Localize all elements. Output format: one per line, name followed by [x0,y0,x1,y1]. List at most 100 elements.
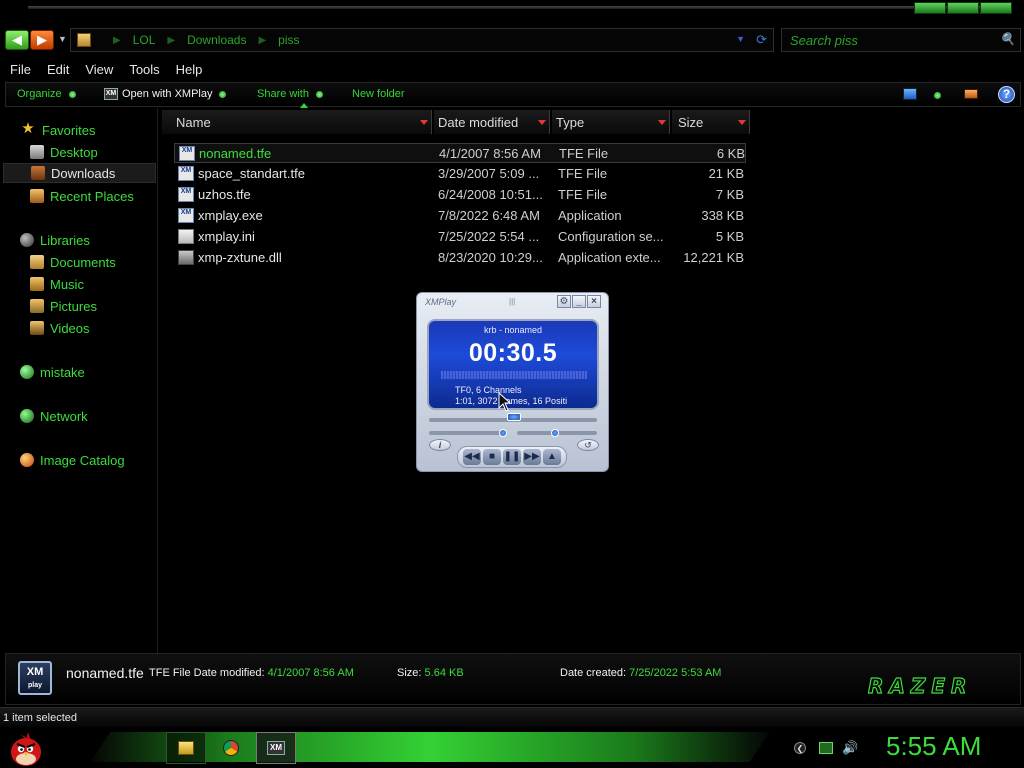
breadcrumb-downloads[interactable]: Downloads [187,33,246,47]
breadcrumb-lol[interactable]: LOL [133,33,156,47]
pause-icon[interactable]: ❚❚ [503,449,521,465]
balance-slider-handle[interactable] [551,429,559,437]
column-header-date[interactable]: Date modified [434,110,550,134]
nav-downloads[interactable]: Downloads [3,163,156,183]
menu-file[interactable]: File [2,62,39,77]
nav-favorites[interactable]: ★ Favorites [0,120,156,140]
nav-image-catalog[interactable]: Image Catalog [0,450,156,470]
help-icon[interactable]: ? [998,86,1015,103]
eject-icon[interactable]: ▲ [543,449,561,465]
file-row[interactable]: XM xmplay.exe 7/8/2022 6:48 AM Application 3… [174,206,746,226]
new-folder-label: New folder [352,88,405,100]
menu-view[interactable]: View [77,62,121,77]
nav-documents[interactable]: Documents [0,252,156,272]
razer-logo-text: RAZER [868,674,972,698]
window-caption-bar [0,0,1024,26]
next-icon[interactable]: ▶▶ [523,449,541,465]
xmplay-file-icon: XM [179,146,195,161]
taskbar-explorer-button[interactable] [166,732,206,764]
organize-button[interactable]: Organize [17,88,76,100]
menu-tools[interactable]: Tools [121,62,167,77]
new-folder-button[interactable]: New folder [352,88,405,100]
file-row[interactable]: XM space_standart.tfe 3/29/2007 5:09 ... TF… [174,164,746,184]
volume-slider[interactable] [429,431,507,435]
nav-videos[interactable]: Videos [0,318,156,338]
share-with-button[interactable]: Share with [257,88,323,100]
file-row[interactable]: XM uzhos.tfe 6/24/2008 10:51... TFE File 7 K… [174,185,746,205]
details-date-created: Date created: 7/25/2022 5:53 AM [560,667,721,679]
image-catalog-icon [20,453,34,467]
chrome-icon [223,740,239,756]
stop-icon[interactable]: ■ [483,449,501,465]
explorer-folder-icon [178,741,194,755]
volume-slider-handle[interactable] [499,429,507,437]
open-with-xmplay-button[interactable]: XM Open with XMPlay [104,88,227,100]
angry-bird-start-icon[interactable] [6,728,46,768]
position-slider-handle[interactable] [507,413,521,421]
refresh-icon[interactable]: ⟳ [756,32,767,48]
nav-desktop[interactable]: Desktop [0,142,156,162]
clock[interactable]: 5:55 AM [886,731,981,762]
preview-pane-icon[interactable] [964,89,978,99]
details-date-modified-value[interactable]: 4/1/2007 8:56 AM [268,667,354,679]
dropdown-dot-icon [219,90,227,98]
time-display[interactable]: 00:30.5 [429,339,597,368]
action-center-icon[interactable] [819,742,833,754]
back-button[interactable]: ◀ [5,30,29,50]
file-date-modified: 4/1/2007 8:56 AM [439,146,541,161]
menu-edit[interactable]: Edit [39,62,77,77]
file-row[interactable]: xmp-zxtune.dll 8/23/2020 10:29... Applicat… [174,248,746,268]
address-dropdown-icon[interactable]: ▼ [736,34,745,44]
search-icon[interactable]: 🔍 [1000,32,1015,46]
column-filter-icon[interactable] [658,120,666,125]
file-row[interactable]: XM nonamed.tfe 4/1/2007 8:56 AM TFE File 6 K… [174,143,746,163]
view-options-dot-icon[interactable] [934,92,941,99]
close-icon[interactable]: × [587,295,601,308]
grip-icon[interactable]: ||| [509,297,515,306]
column-header-size[interactable]: Size [672,110,750,134]
info-button[interactable]: i [429,439,451,451]
crumb-separator[interactable]: ▶ [167,35,175,46]
address-bar[interactable]: ▶ LOL ▶ Downloads ▶ piss ▼ ⟳ [70,28,774,52]
column-filter-icon[interactable] [420,120,428,125]
column-filter-icon[interactable] [738,120,746,125]
desktop-icon [30,145,44,159]
minimize-icon[interactable]: _ [572,295,586,308]
breadcrumb-piss[interactable]: piss [278,33,299,47]
column-header-name[interactable]: Name [162,103,432,134]
crumb-separator[interactable]: ▶ [113,35,121,46]
search-input[interactable]: Search piss 🔍 [781,28,1021,52]
minimize-button[interactable] [914,2,946,14]
wrench-icon[interactable]: ⚙ [557,295,571,308]
loop-icon[interactable]: ↺ [577,439,599,451]
nav-recent-places-label: Recent Places [50,188,134,204]
details-date-created-value[interactable]: 7/25/2022 5:53 AM [629,667,721,679]
nav-recent-places[interactable]: Recent Places [0,186,156,206]
column-filter-icon[interactable] [538,120,546,125]
column-header-type[interactable]: Type [552,110,670,134]
razer-logo: RAZER [867,673,972,698]
nav-downloads-label: Downloads [51,165,116,181]
nav-libraries[interactable]: Libraries [0,230,156,250]
details-date-modified-label: Date modified: [193,667,265,679]
nav-music[interactable]: Music [0,274,156,294]
menu-help[interactable]: Help [168,62,211,77]
previous-icon[interactable]: ◀◀ [463,449,481,465]
status-text: 1 item selected [3,712,77,724]
dropdown-dot-icon [315,90,323,98]
nav-pictures[interactable]: Pictures [0,296,156,316]
show-hidden-icons-icon[interactable]: ❮ [794,742,806,754]
taskbar-xmplay-button[interactable]: XM [256,732,296,764]
recent-pages-dropdown-icon[interactable]: ▼ [58,34,67,44]
crumb-separator[interactable]: ▶ [258,35,266,46]
volume-icon[interactable]: 🔊 [842,741,858,754]
close-button[interactable] [980,2,1012,14]
xmplay-window[interactable]: XMPlay ||| ⚙ _ × krb - nonamed 00:30.5 T… [416,292,609,472]
forward-button[interactable]: ▶ [30,30,54,50]
nav-network[interactable]: Network [0,406,156,426]
taskbar-chrome-button[interactable] [211,732,251,764]
change-view-icon[interactable] [903,88,917,100]
maximize-button[interactable] [947,2,979,14]
nav-mistake[interactable]: mistake [0,362,156,382]
file-row[interactable]: xmplay.ini 7/25/2022 5:54 ... Configuratio… [174,227,746,247]
